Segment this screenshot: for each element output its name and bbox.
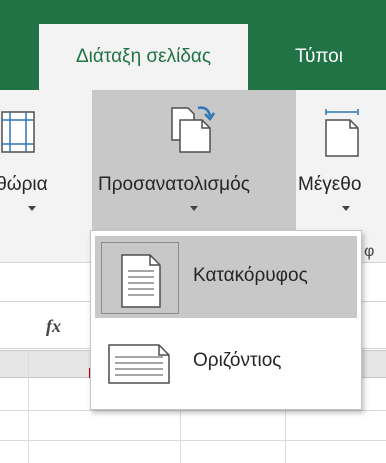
grid-row-line [0,410,386,411]
size-label: Μέγεθο [298,174,362,195]
ribbon-tab-bar: Διάταξη σελίδας Τύποι [0,0,386,90]
orientation-label: Προσανατολισμός [98,174,250,195]
grid-col-line [28,350,29,463]
tab-page-layout[interactable]: Διάταξη σελίδας [39,24,248,90]
margins-icon [0,110,40,159]
chevron-down-icon [342,206,350,211]
menu-item-landscape[interactable]: Οριζόντιος [95,321,357,403]
margins-button[interactable]: ιθώρια [0,90,92,232]
size-button[interactable]: Μέγεθο [296,90,386,232]
ribbon-group-label-fragment: φ [364,243,375,260]
landscape-page-icon [101,327,179,399]
margins-label: ιθώρια [0,174,48,195]
portrait-page-icon [101,242,179,314]
orientation-button[interactable]: Προσανατολισμός [92,90,296,232]
menu-item-portrait[interactable]: Κατακόρυφος [95,236,357,318]
chevron-down-icon [190,206,198,211]
tab-formulas[interactable]: Τύποι [264,24,374,90]
grid-row-line [0,440,386,441]
menu-item-label: Κατακόρυφος [193,265,308,286]
chevron-down-icon [28,206,36,211]
menu-item-label: Οριζόντιος [193,350,282,371]
orientation-dropdown: Κατακόρυφος Οριζόντιος [90,230,362,410]
insert-function-icon[interactable]: fx [46,316,61,337]
page-size-icon [322,108,366,163]
orientation-icon [168,102,218,163]
